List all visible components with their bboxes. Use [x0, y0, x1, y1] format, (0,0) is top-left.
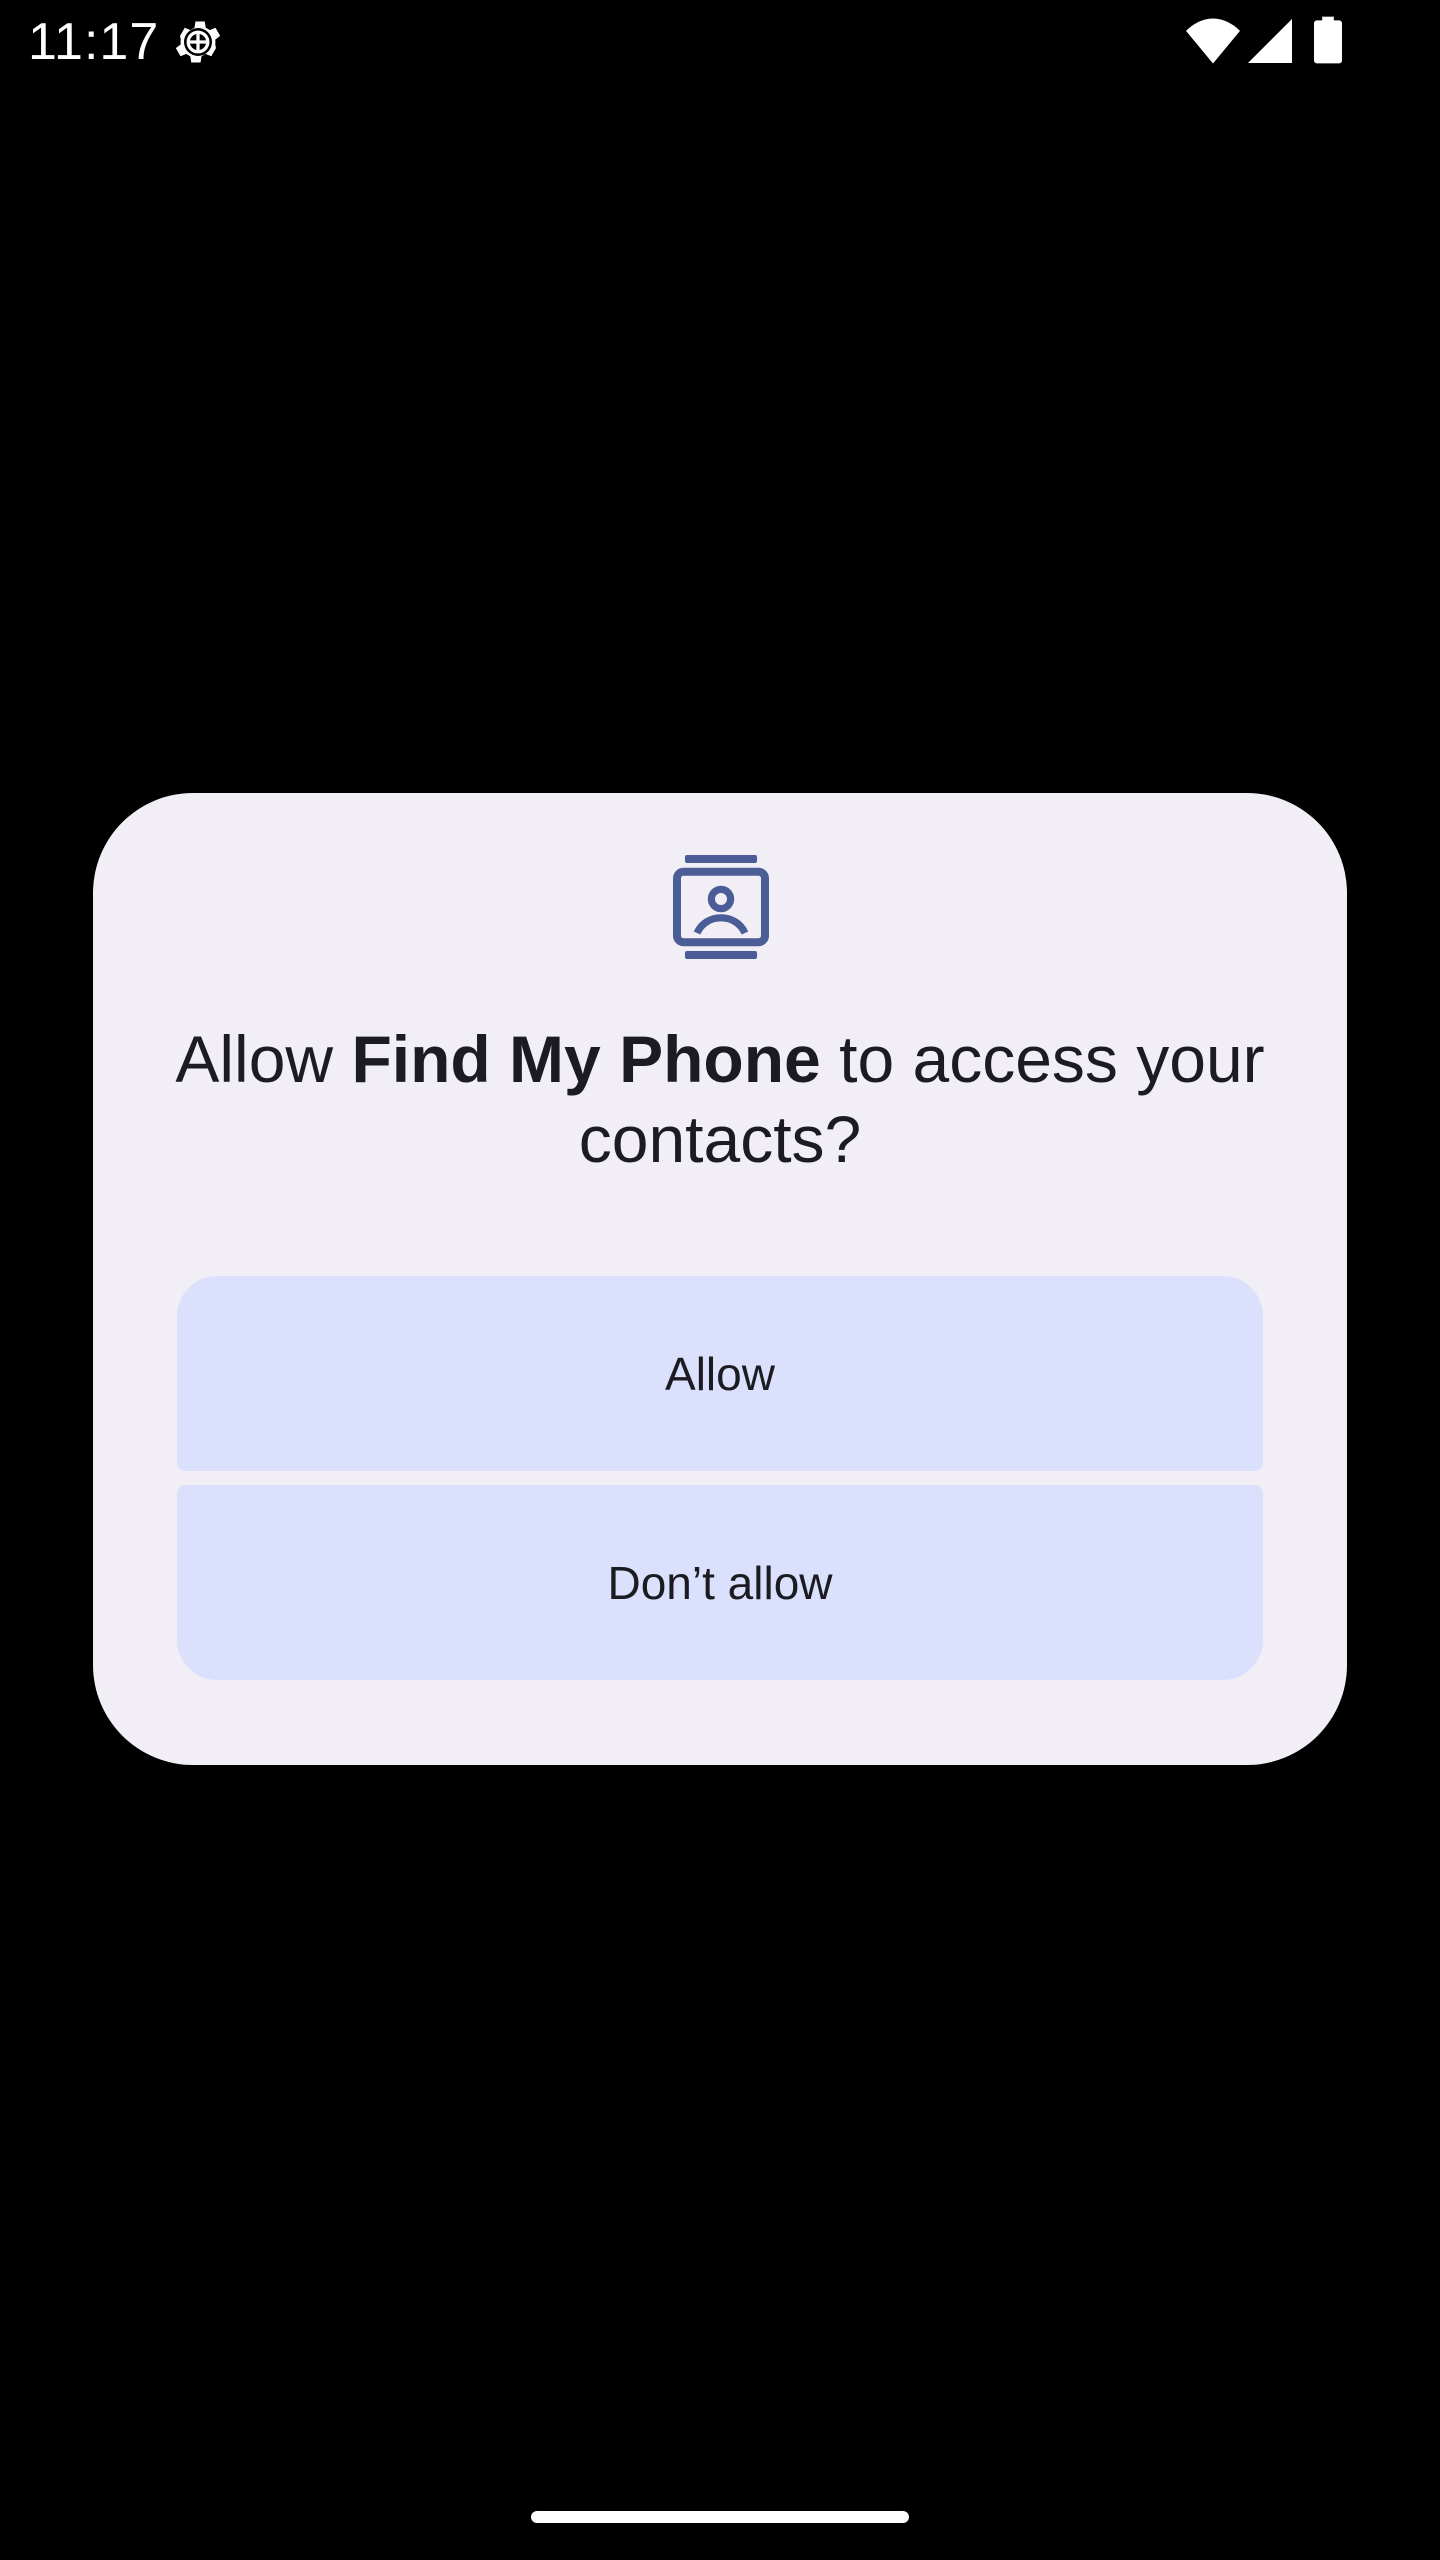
dont-allow-button[interactable]: Don’t allow: [177, 1485, 1263, 1680]
contacts-icon: [673, 855, 769, 959]
allow-button-label: Allow: [665, 1347, 775, 1400]
title-app-name: Find My Phone: [351, 1022, 821, 1096]
battery-icon: [1314, 16, 1342, 64]
screen: 11:17 Allow Find My Phone to access your…: [0, 0, 1440, 2560]
dont-allow-button-label: Don’t allow: [607, 1556, 833, 1609]
title-prefix: Allow: [175, 1022, 352, 1096]
wifi-icon: [1186, 18, 1240, 64]
cell-signal-icon: [1248, 19, 1292, 63]
permission-dialog: Allow Find My Phone to access your conta…: [93, 793, 1347, 1765]
status-time: 11:17: [28, 13, 160, 71]
status-bar: 11:17: [0, 0, 1440, 84]
gear-icon: [175, 21, 221, 63]
allow-button[interactable]: Allow: [177, 1276, 1263, 1471]
navigation-handle[interactable]: [531, 2511, 909, 2523]
dialog-title: Allow Find My Phone to access your conta…: [153, 1019, 1287, 1179]
